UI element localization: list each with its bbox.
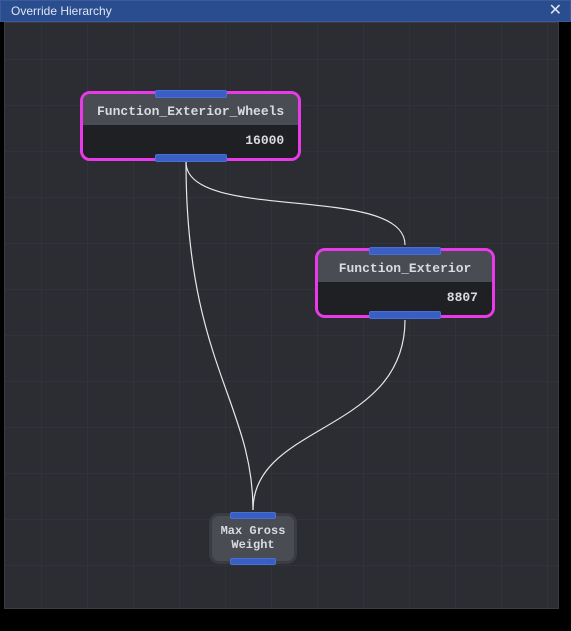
node-title: Function_Exterior	[318, 251, 492, 282]
node-max-gross-weight[interactable]: Max Gross Weight	[209, 513, 297, 564]
graph-canvas[interactable]: Function_Exterior_Wheels 16000 Function_…	[4, 22, 559, 609]
window-title: Override Hierarchy	[11, 4, 112, 18]
override-hierarchy-window: Override Hierarchy ✕ Function_Exterior_W…	[0, 0, 571, 631]
node-function-exterior[interactable]: Function_Exterior 8807	[315, 248, 495, 318]
node-output-port[interactable]	[230, 558, 276, 565]
close-icon[interactable]: ✕	[547, 3, 564, 19]
node-input-port[interactable]	[369, 247, 441, 255]
node-function-exterior-wheels[interactable]: Function_Exterior_Wheels 16000	[80, 91, 301, 161]
node-input-port[interactable]	[155, 90, 227, 98]
titlebar[interactable]: Override Hierarchy ✕	[0, 0, 571, 22]
node-title: Max Gross Weight	[212, 516, 294, 561]
node-output-port[interactable]	[155, 154, 227, 162]
node-title: Function_Exterior_Wheels	[83, 94, 298, 125]
node-input-port[interactable]	[230, 512, 276, 519]
node-output-port[interactable]	[369, 311, 441, 319]
